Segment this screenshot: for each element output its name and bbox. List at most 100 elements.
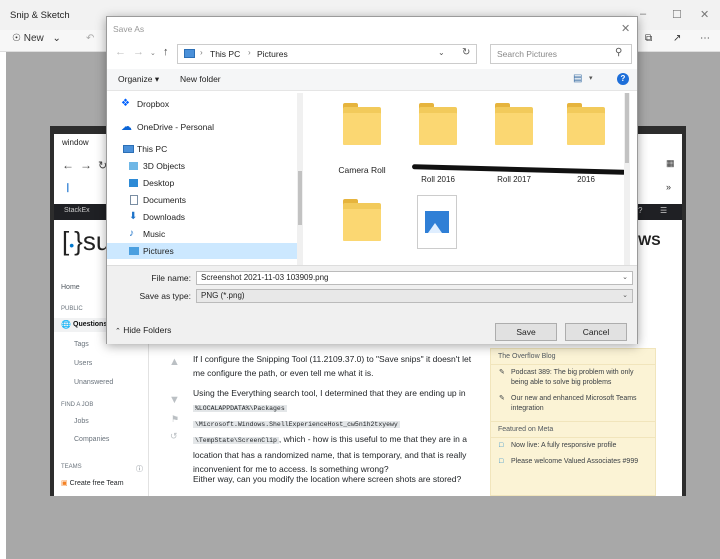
share-icon[interactable]: ↗ [673,33,681,44]
recent-locations-icon[interactable]: ⌄ [150,49,156,57]
new-snip-button[interactable]: ☉ New ⌄ [12,33,61,44]
tree-item-onedrive[interactable]: ☁ OneDrive - Personal [107,119,303,135]
path-code-3: \TempState\ScreenClip [193,437,279,444]
folder-item[interactable] [567,101,605,145]
chevron-down-icon[interactable]: ⌄ [622,272,628,284]
undo-icon[interactable]: ↶ [86,33,94,44]
tree-item-3d-objects[interactable]: 3D Objects [107,158,303,174]
info-icon[interactable]: ⓘ [136,464,143,474]
close-icon[interactable]: ✕ [700,8,709,21]
address-dropdown-icon[interactable]: ⌄ [438,48,445,57]
blog-item-1[interactable]: ✎ Podcast 389: The big problem with only … [491,365,655,391]
bookmark-question-icon[interactable]: ⚑ [171,414,179,425]
blog-item-2[interactable]: ✎ Our new and enhanced Microsoft Teams in… [491,391,655,417]
up-icon[interactable]: ↑ [163,46,169,58]
back-icon[interactable]: ← [115,46,126,58]
back-icon[interactable]: ← [62,158,74,172]
tree-item-music[interactable]: ♪ Music [107,226,303,242]
breadcrumb-sep-icon: › [248,48,251,57]
folder-item[interactable] [495,101,533,145]
menu-icon[interactable]: ☰ [660,206,667,215]
tree-item-dropbox[interactable]: ❖ Dropbox [107,96,303,112]
chevron-down-icon[interactable]: ⌄ [622,290,628,302]
forward-icon[interactable]: → [133,46,144,58]
nav-unanswered[interactable]: Unanswered [74,379,113,386]
blog-item-label: Our new and enhanced Microsoft Teams int… [511,395,637,412]
tree-item-downloads[interactable]: ⬇ Downloads [107,209,303,225]
music-icon: ♪ [129,228,134,239]
tree-item-pictures[interactable]: Pictures [107,243,303,259]
help-icon[interactable]: ? [617,73,629,85]
tree-item-this-pc[interactable]: This PC [107,141,303,157]
nav-home[interactable]: Home [61,284,80,291]
cloud-icon: ☁ [121,121,132,133]
nav-jobs[interactable]: Jobs [74,418,89,425]
folder-item[interactable] [419,101,457,145]
tree-scrollbar-thumb[interactable] [298,171,302,225]
tree-item-desktop[interactable]: Desktop [107,175,303,191]
post-paragraph-2: Using the Everything search tool, I dete… [193,386,479,476]
view-options-icon[interactable]: ▤ [573,73,582,84]
maximize-icon[interactable]: ☐ [672,8,682,21]
superuser-logo[interactable]: [•}su [62,226,110,257]
blog-header: The Overflow Blog [491,349,655,365]
redacted-label-fragment: 2016 [577,175,595,184]
pencil-icon: ✎ [499,395,505,402]
dialog-close-icon[interactable]: ✕ [621,22,630,35]
help-icon[interactable]: ? [638,206,642,215]
tree-label: 3D Objects [143,161,186,171]
save-button[interactable]: Save [495,323,557,341]
breadcrumb-pictures[interactable]: Pictures [257,49,288,59]
browser-tab[interactable]: window [62,138,89,147]
file-list-scrollbar-thumb[interactable] [625,93,629,163]
view-caret-icon[interactable]: ▾ [589,74,593,82]
team-icon: ▣ [61,480,68,487]
stackexchange-label[interactable]: StackEx [64,207,90,214]
meta-item-1[interactable]: □ Now live: A fully responsive profile [491,438,655,454]
create-team-label: Create free Team [69,480,124,487]
organize-button[interactable]: Organize ▾ [118,74,159,85]
file-name-input[interactable]: Screenshot 2021-11-03 103909.png ⌄ [196,271,633,285]
vote-down-icon[interactable]: ▼ [169,394,180,406]
tree-item-documents[interactable]: Documents [107,192,303,208]
search-input[interactable]: Search Pictures ⚲ [490,44,632,64]
cancel-button[interactable]: Cancel [565,323,627,341]
extensions-icon[interactable]: ▦ [666,158,675,169]
save-fields-pane: File name: Screenshot 2021-11-03 103909.… [107,265,637,344]
refresh-icon[interactable]: ↻ [462,47,470,58]
folder-camera-roll[interactable] [343,101,381,145]
hide-folders-button[interactable]: ⌃ Hide Folders [115,325,171,335]
more-icon[interactable]: ⋯ [700,33,710,44]
breadcrumb-sep-icon: › [200,48,203,57]
nav-companies[interactable]: Companies [74,436,109,443]
nav-find-job-label: FIND A JOB [61,402,94,408]
new-folder-button[interactable]: New folder [180,74,221,84]
save-type-select[interactable]: PNG (*.png) ⌄ [196,289,633,303]
copy-icon[interactable]: ⧉ [645,33,652,44]
create-team-link[interactable]: ▣ Create free Team [61,479,124,487]
tree-label: Downloads [143,212,186,222]
history-icon[interactable]: ↺ [170,431,178,442]
path-code-1: %LOCALAPPDATA%\Packages [193,405,287,412]
forward-icon[interactable]: → [80,158,92,172]
dialog-title: Save As [113,24,145,34]
breadcrumb-this-pc[interactable]: This PC [210,49,240,59]
nav-public-label: PUBLIC [61,306,83,312]
file-list: Camera Roll Roll 2016 Roll 2017 2016 [305,93,630,265]
overflow-icon[interactable]: » [666,182,671,192]
redacted-label-fragment: Roll 2016 [421,175,455,184]
vote-up-icon[interactable]: ▲ [169,356,180,368]
meta-item-2[interactable]: □ Please welcome Valued Associates #999 [491,454,655,470]
nav-users[interactable]: Users [74,360,92,367]
nav-tags[interactable]: Tags [74,341,89,348]
tree-label: Desktop [143,178,175,188]
dropbox-icon: ❖ [121,98,130,109]
file-name-label: File name: [151,273,191,283]
address-bar[interactable]: › This PC › Pictures ⌄ ↻ [177,44,477,64]
minimize-icon[interactable]: – [640,8,646,20]
chevron-down-icon: ⌄ [52,33,61,44]
this-pc-icon [184,49,195,58]
image-file-item[interactable] [417,195,457,249]
command-bar: Organize ▾ New folder ▤ ▾ ? [107,69,637,91]
folder-item[interactable] [343,197,381,241]
